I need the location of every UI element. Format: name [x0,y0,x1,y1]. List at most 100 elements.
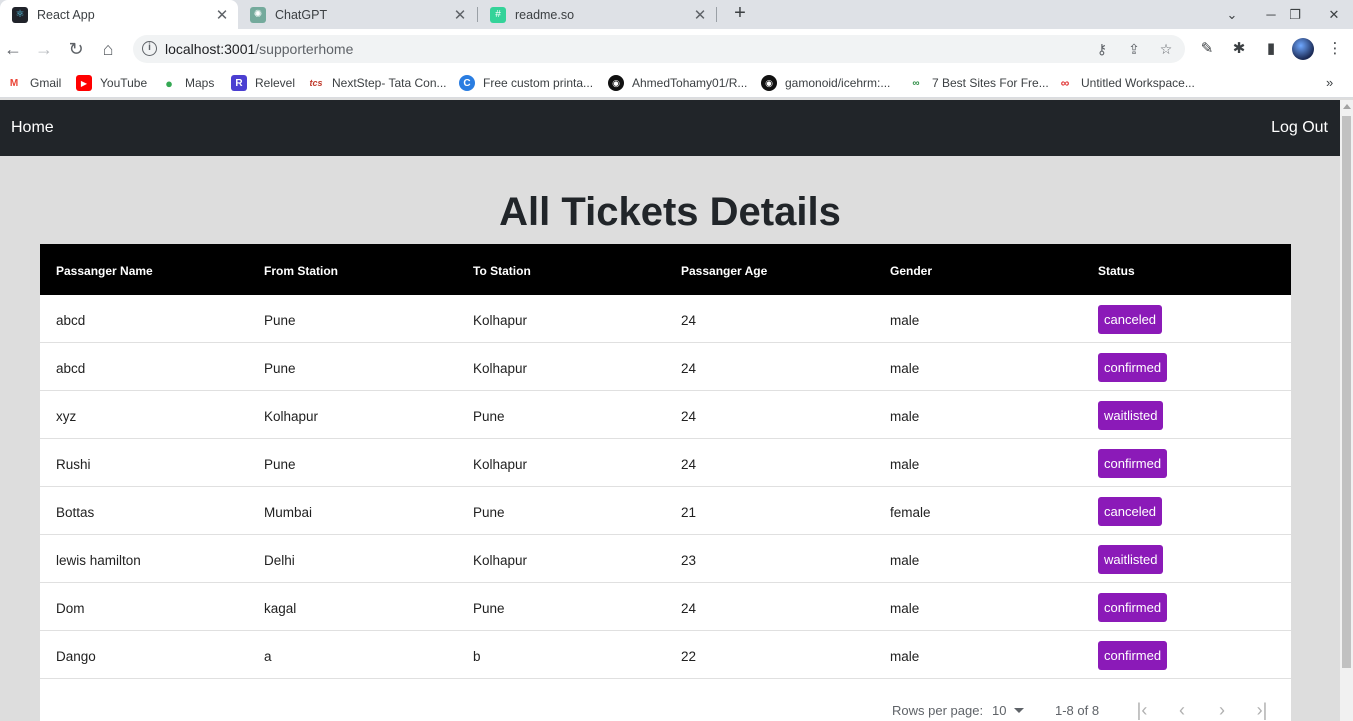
cell-to-station: Kolhapur [473,553,528,568]
rows-per-page-caret-icon[interactable] [1014,708,1024,713]
back-arrow-icon[interactable]: ← [2,38,24,60]
tab-react-app[interactable]: ⚛ React App ✕ [0,0,238,29]
close-tab-icon[interactable]: ✕ [452,6,468,24]
forward-arrow-icon[interactable]: → [33,38,55,60]
browser-menu-icon[interactable]: ⋮ [1326,40,1344,58]
readme-icon: # [490,6,506,23]
cell-to-station: Pune [473,601,505,616]
bookmark-github-ahmed[interactable]: ◉ AhmedTohamy01/R... [608,69,747,97]
close-window-icon[interactable]: ✕ [1315,0,1353,29]
status-badge[interactable]: waitlisted [1098,545,1164,574]
bookmark-canva[interactable]: C Free custom printa... [459,69,593,97]
next-page-icon[interactable]: › [1211,699,1233,721]
home-link[interactable]: Home [11,119,54,137]
github-icon: ◉ [761,75,777,91]
column-header-to[interactable]: To Station [473,264,531,278]
table-row: Dango a b 22 male confirmed [40,631,1291,679]
maps-pin-icon: ● [165,75,173,91]
scrollbar-thumb[interactable] [1342,116,1351,668]
reload-icon[interactable]: ↻ [65,38,87,60]
key-icon[interactable]: ⚷ [1094,41,1110,57]
tab-chatgpt[interactable]: ✺ ChatGPT ✕ [238,0,476,29]
home-icon[interactable]: ⌂ [97,38,119,60]
page-scrollbar[interactable] [1340,100,1353,721]
bookmark-github-gamonoid[interactable]: ◉ gamonoid/icehrm:... [761,69,890,97]
status-badge[interactable]: confirmed [1098,449,1168,478]
bookmark-untitled-workspace[interactable]: ∞ Untitled Workspace... [1057,69,1195,97]
scroll-up-arrow-icon[interactable] [1343,104,1351,109]
tab-search-chevron-icon[interactable]: ⌄ [1220,0,1244,29]
cell-passenger-age: 24 [681,601,697,616]
cell-to-station: Pune [473,409,505,424]
last-page-icon[interactable]: ›| [1251,699,1273,721]
bookmark-relevel[interactable]: R Relevel [231,69,295,97]
tab-title: readme.so [515,7,575,22]
bookmark-label: 7 Best Sites For Fre... [932,76,1049,90]
cell-passenger-age: 23 [681,553,697,568]
site-info-icon[interactable]: i [142,41,157,56]
first-page-icon[interactable]: |‹ [1131,699,1153,721]
cell-gender: male [890,649,920,664]
bookmark-maps[interactable]: ● Maps [161,69,214,97]
url-text[interactable]: localhost:3001/supporterhome [165,41,353,57]
cell-from-station: a [264,649,272,664]
column-header-status[interactable]: Status [1098,264,1135,278]
cell-from-station: Pune [264,313,296,328]
cell-passenger-name: xyz [56,409,77,424]
tab-divider [716,7,717,22]
more-bookmarks-chevron-icon[interactable]: » [1326,75,1333,90]
react-icon: ⚛ [12,6,28,23]
tab-title: ChatGPT [275,7,328,22]
new-tab-plus-icon[interactable]: + [729,3,751,25]
status-badge[interactable]: canceled [1098,497,1163,526]
column-header-gender[interactable]: Gender [890,264,932,278]
browser-tab-bar: ⚛ React App ✕ ✺ ChatGPT ✕ # readme.so ✕ … [0,0,1353,29]
cell-to-station: Kolhapur [473,361,528,376]
bookmark-gmail[interactable]: M Gmail [6,69,62,97]
cell-from-station: kagal [264,601,297,616]
extensions-puzzle-icon[interactable]: ✱ [1230,40,1248,58]
tab-readme[interactable]: # readme.so ✕ [478,0,716,29]
status-badge[interactable]: waitlisted [1098,401,1164,430]
bookmark-label: Free custom printa... [483,76,594,90]
minimize-icon[interactable]: ─ [1259,0,1283,29]
table-row: abcd Pune Kolhapur 24 male canceled [40,295,1291,343]
bookmark-youtube[interactable]: ▶ YouTube [76,69,147,97]
relevel-icon: R [231,75,247,91]
status-badge[interactable]: confirmed [1098,641,1168,670]
bookmark-gfg[interactable]: ∞ 7 Best Sites For Fre... [908,69,1049,97]
page-title: All Tickets Details [499,190,841,234]
logout-link[interactable]: Log Out [1271,119,1328,137]
gmail-icon: M [9,77,19,89]
close-tab-icon[interactable]: ✕ [692,6,708,24]
cell-from-station: Delhi [264,553,295,568]
column-header-name[interactable]: Passanger Name [56,264,153,278]
status-badge[interactable]: canceled [1098,305,1163,334]
bookmark-star-icon[interactable]: ☆ [1158,41,1174,57]
bookmark-label: Relevel [255,76,296,90]
status-badge[interactable]: confirmed [1098,353,1168,382]
restore-icon[interactable]: ❐ [1283,0,1307,29]
bookmark-nextstep[interactable]: tcs NextStep- Tata Con... [308,69,446,97]
tickets-table: Passanger Name From Station To Station P… [40,244,1291,721]
cell-gender: male [890,553,920,568]
link-icon: ∞ [1060,76,1070,90]
table-row: lewis hamilton Delhi Kolhapur 23 male waitlis… [40,535,1291,583]
share-icon[interactable]: ⇪ [1126,41,1142,57]
previous-page-icon[interactable]: ‹ [1171,699,1193,721]
column-header-age[interactable]: Passanger Age [681,264,767,278]
rows-per-page-select[interactable]: 10 [992,703,1006,718]
profile-avatar-icon[interactable] [1292,38,1314,60]
table-row: abcd Pune Kolhapur 24 male confirmed [40,343,1291,391]
eyedropper-extension-icon[interactable]: ✎ [1198,40,1216,58]
cell-from-station: Mumbai [264,505,313,520]
column-header-from[interactable]: From Station [264,264,338,278]
side-panel-icon[interactable]: ▮ [1262,40,1280,58]
pagination-range: 1-8 of 8 [1055,703,1100,718]
cell-gender: male [890,361,920,376]
github-icon: ◉ [608,75,624,91]
close-tab-icon[interactable]: ✕ [214,6,230,24]
bookmark-label: AhmedTohamy01/R... [632,76,748,90]
status-badge[interactable]: confirmed [1098,593,1168,622]
address-bar[interactable]: i localhost:3001/supporterhome [133,35,1185,63]
